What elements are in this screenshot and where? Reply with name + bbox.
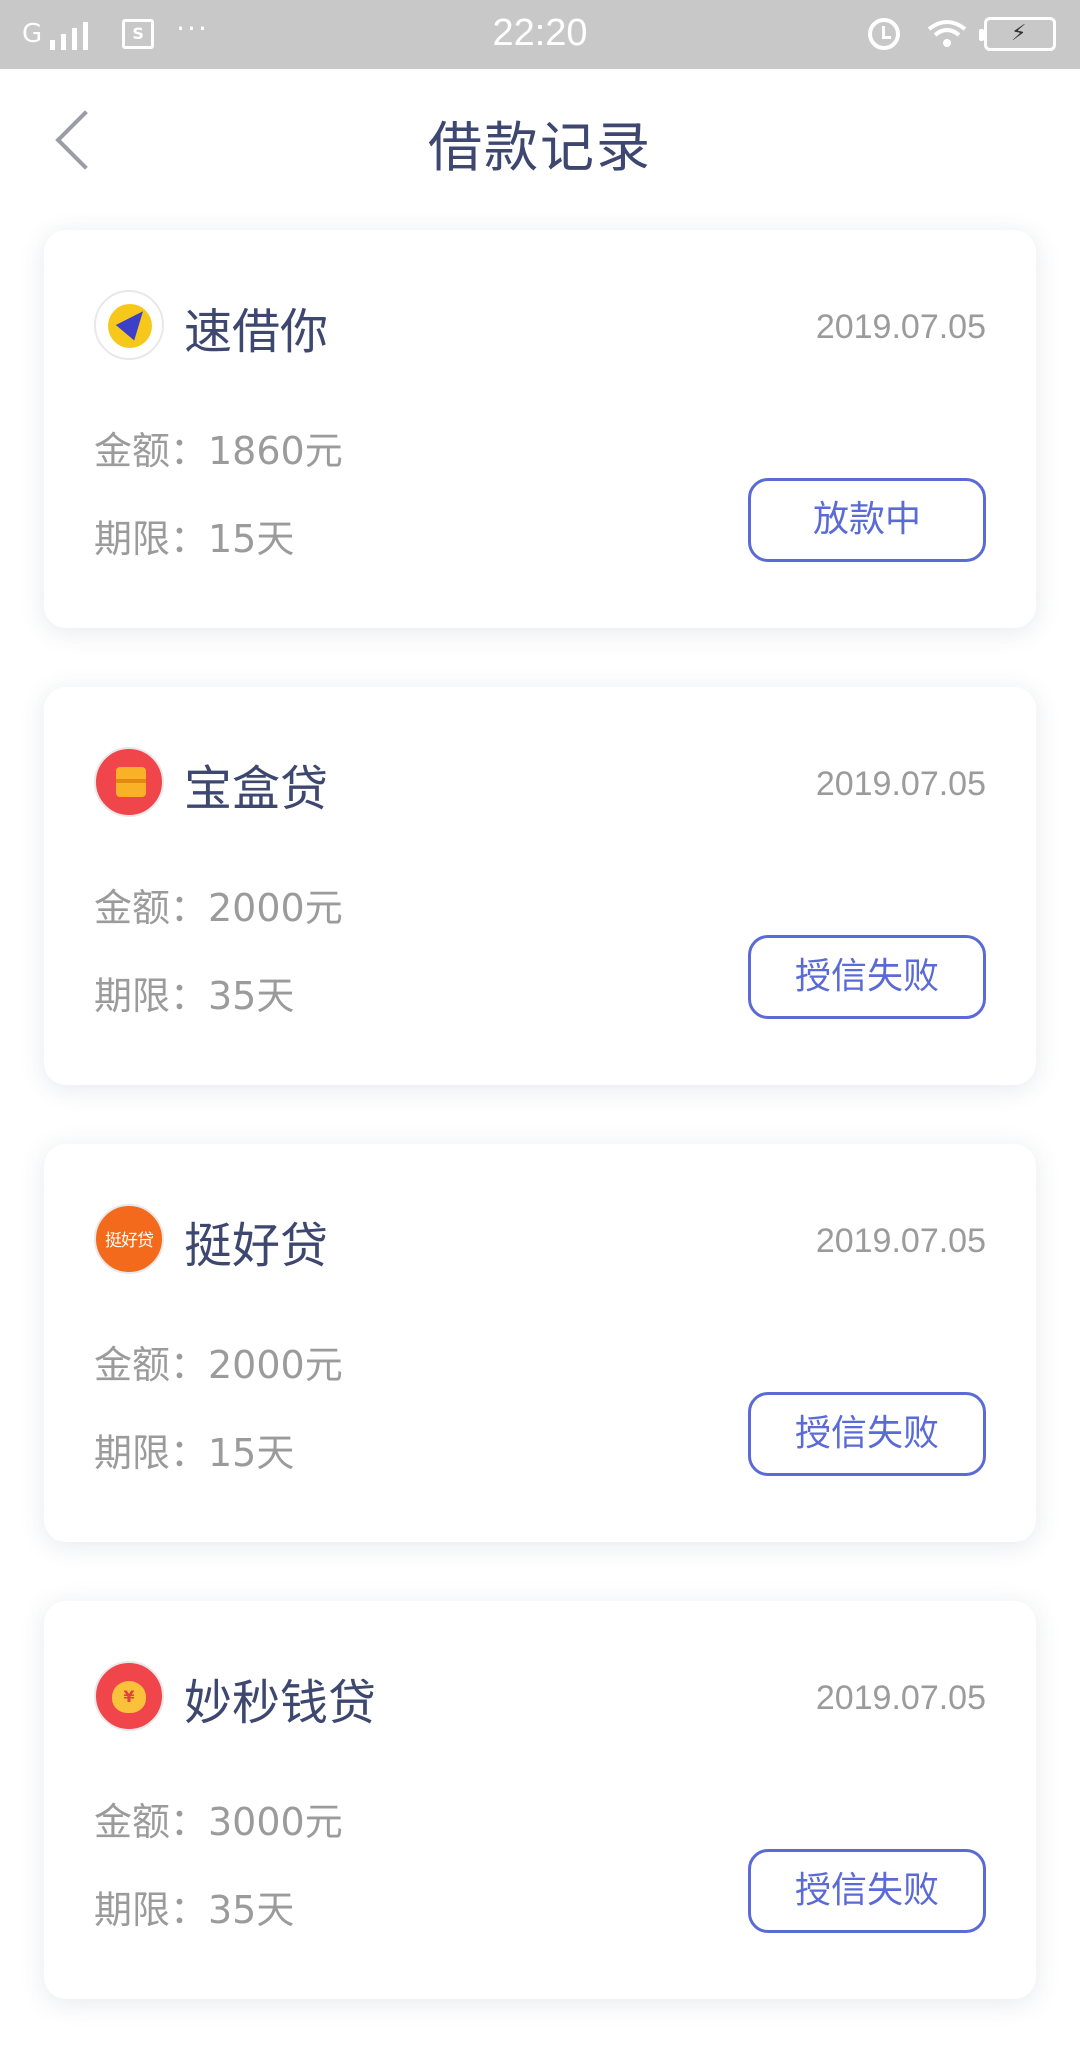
loan-term: 期限：35天 xyxy=(94,974,295,1018)
nav-bar: 借款记录 xyxy=(0,69,1080,199)
record-date: 2019.07.05 xyxy=(815,308,986,346)
sujieni-logo-icon xyxy=(94,290,164,360)
record-date: 2019.07.05 xyxy=(815,765,986,803)
charging-icon: ⚡ xyxy=(1011,21,1027,46)
loan-amount: 金额：2000元 xyxy=(94,1343,343,1387)
wifi-icon xyxy=(927,20,967,47)
status-button[interactable]: 授信失败 xyxy=(748,935,986,1019)
status-button[interactable]: 授信失败 xyxy=(748,1849,986,1933)
status-button[interactable]: 放款中 xyxy=(748,478,986,562)
loan-amount: 金额：2000元 xyxy=(94,886,343,930)
alarm-icon xyxy=(868,18,900,50)
loan-amount: 金额：1860元 xyxy=(94,429,343,473)
loan-term: 期限：15天 xyxy=(94,517,295,561)
loan-amount: 金额：3000元 xyxy=(94,1800,343,1844)
loan-record-card[interactable]: ¥ 妙秒钱贷 2019.07.05 金额：3000元 期限：35天 授信失败 xyxy=(44,1601,1036,1999)
miaomiaoqiandai-logo-icon: ¥ xyxy=(94,1661,164,1731)
page-title: 借款记录 xyxy=(428,116,652,179)
loan-record-card[interactable]: 挺好贷 挺好贷 2019.07.05 金额：2000元 期限：15天 授信失败 xyxy=(44,1144,1036,1542)
loan-term: 期限：35天 xyxy=(94,1888,295,1932)
logo-text: 挺好贷 xyxy=(105,1231,154,1251)
status-button[interactable]: 授信失败 xyxy=(748,1392,986,1476)
loan-term: 期限：15天 xyxy=(94,1431,295,1475)
logo-text: ¥ xyxy=(123,1687,135,1706)
tinghaodai-logo-icon: 挺好贷 xyxy=(94,1204,164,1274)
lender-name: 挺好贷 xyxy=(184,1218,329,1274)
lender-name: 宝盒贷 xyxy=(184,761,329,817)
status-right: ⚡ xyxy=(868,16,1056,52)
baohedai-logo-icon xyxy=(94,747,164,817)
record-date: 2019.07.05 xyxy=(815,1222,986,1260)
lender-name: 妙秒钱贷 xyxy=(184,1675,377,1731)
loan-record-card[interactable]: 宝盒贷 2019.07.05 金额：2000元 期限：35天 授信失败 xyxy=(44,687,1036,1085)
battery-icon: ⚡ xyxy=(979,17,1056,51)
status-bar: G S ··· 22:20 ⚡ xyxy=(0,0,1080,69)
lender-name: 速借你 xyxy=(184,304,329,360)
loan-record-card[interactable]: 速借你 2019.07.05 金额：1860元 期限：15天 放款中 xyxy=(44,230,1036,628)
record-date: 2019.07.05 xyxy=(815,1679,986,1717)
loan-record-list: 速借你 2019.07.05 金额：1860元 期限：15天 放款中 宝盒贷 2… xyxy=(44,230,1036,2058)
